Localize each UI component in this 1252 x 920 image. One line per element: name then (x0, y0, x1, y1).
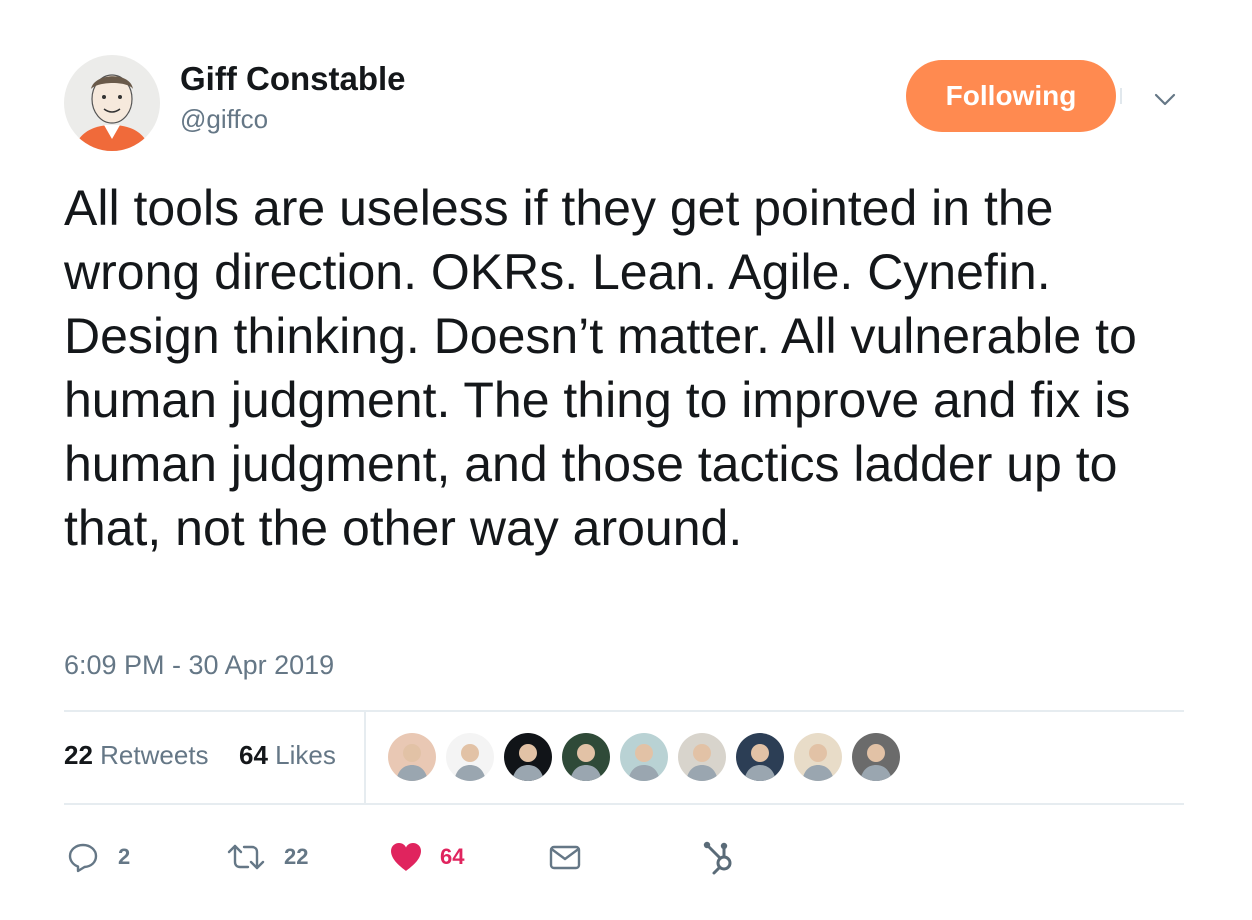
likes-stat-label: Likes (275, 740, 336, 770)
liker-avatar-4-icon (562, 733, 610, 781)
author-name[interactable]: Giff Constable (180, 60, 406, 98)
tweet-menu-button[interactable] (1150, 84, 1180, 114)
hubspot-button[interactable] (702, 835, 738, 879)
hubspot-sprocket-icon (703, 841, 732, 875)
tweet-text: All tools are useless if they get pointe… (64, 180, 1137, 556)
stats-top-divider (64, 710, 1184, 712)
likes-stat[interactable]: 64 Likes (239, 740, 336, 771)
liker-avatar[interactable] (736, 733, 784, 781)
liker-avatar-5-icon (620, 733, 668, 781)
reply-count: 2 (118, 844, 131, 869)
liker-avatar-8-icon (794, 733, 842, 781)
author-avatar[interactable] (64, 55, 160, 151)
liker-avatar-7-icon (736, 733, 784, 781)
liker-avatar[interactable] (388, 733, 436, 781)
retweets-stat-count: 22 (64, 740, 93, 770)
following-button[interactable]: Following (906, 60, 1116, 132)
liker-avatar-3-icon (504, 733, 552, 781)
retweet-icon (227, 844, 265, 870)
liker-avatar-9-icon (852, 733, 900, 781)
stats-bottom-divider (64, 803, 1184, 805)
like-button[interactable]: 64 (388, 835, 464, 879)
direct-message-button[interactable] (548, 835, 582, 879)
liker-avatar-1-icon (388, 733, 436, 781)
liker-avatar[interactable] (794, 733, 842, 781)
chevron-down-icon (1154, 93, 1176, 106)
liker-avatar[interactable] (620, 733, 668, 781)
follow-divider (1120, 88, 1122, 104)
author-cartoon-avatar-icon (64, 55, 160, 151)
envelope-icon (549, 845, 581, 870)
liker-avatar[interactable] (852, 733, 900, 781)
retweet-count: 22 (284, 844, 309, 869)
like-count: 64 (440, 844, 465, 869)
retweets-stat[interactable]: 22 Retweets (64, 740, 209, 771)
liker-avatar[interactable] (562, 733, 610, 781)
liker-avatar-6-icon (678, 733, 726, 781)
reply-button[interactable]: 2 (66, 835, 130, 879)
heart-icon (391, 843, 421, 871)
author-handle[interactable]: @giffco (180, 104, 268, 135)
liker-avatar[interactable] (446, 733, 494, 781)
liker-avatar[interactable] (504, 733, 552, 781)
liker-avatar[interactable] (678, 733, 726, 781)
liker-avatar-2-icon (446, 733, 494, 781)
likes-stat-count: 64 (239, 740, 268, 770)
stats-divider (364, 712, 366, 803)
reply-icon (68, 843, 98, 873)
retweet-button[interactable]: 22 (226, 835, 308, 879)
tweet-timestamp[interactable]: 6:09 PM - 30 Apr 2019 (64, 650, 334, 681)
retweets-stat-label: Retweets (100, 740, 209, 770)
